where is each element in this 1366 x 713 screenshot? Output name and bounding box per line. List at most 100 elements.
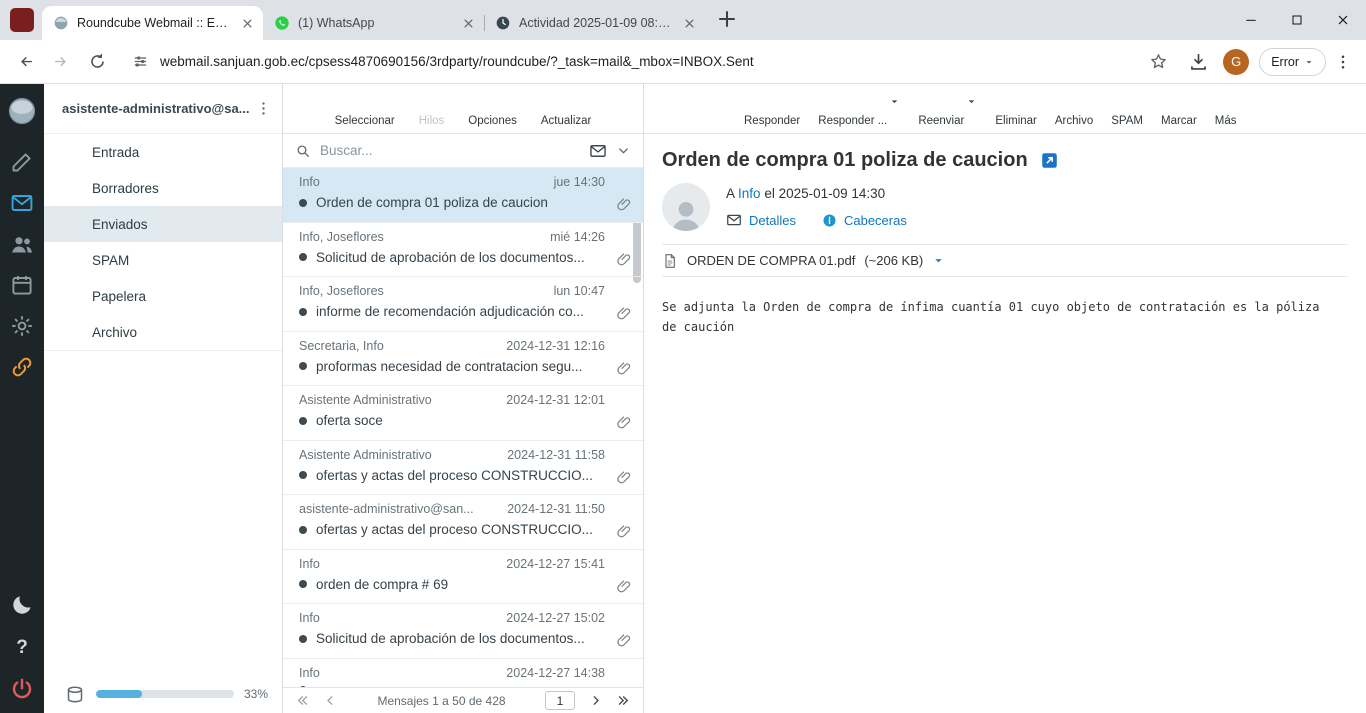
details-link[interactable]: Detalles xyxy=(726,212,796,228)
maximize-button[interactable] xyxy=(1274,0,1320,40)
dropdown-caret-icon[interactable] xyxy=(966,96,977,107)
message-row[interactable]: Info 2024-12-27 14:38 xyxy=(283,659,643,688)
darkmode-button[interactable] xyxy=(10,593,34,617)
tab-close-icon[interactable] xyxy=(682,16,697,31)
mail-button[interactable] xyxy=(10,191,34,215)
message-subject: Orden de compra 01 poliza de caucion xyxy=(316,195,603,210)
tab-roundcube[interactable]: Roundcube Webmail :: Enviado xyxy=(42,6,263,40)
info-icon xyxy=(822,213,837,228)
mark-button[interactable]: Marcar xyxy=(1161,91,1197,127)
search-expand-chevron-icon[interactable] xyxy=(616,143,631,158)
open-in-new-window-icon[interactable] xyxy=(1040,151,1059,170)
folder-item-archivo[interactable]: Archivo xyxy=(44,314,282,350)
message-from: Secretaria, Info xyxy=(299,339,384,353)
reload-button[interactable] xyxy=(80,45,114,79)
message-row[interactable]: Info, Joseflores mié 14:26 Solicitud de … xyxy=(283,223,643,278)
message-subject: ofertas y actas del proceso CONSTRUCCIO.… xyxy=(316,468,603,483)
toolbar-button-label: Hilos xyxy=(419,115,445,127)
tab-close-icon[interactable] xyxy=(461,16,476,31)
tab-whatsapp[interactable]: (1) WhatsApp xyxy=(263,6,484,40)
folder-label: Archivo xyxy=(92,325,137,340)
select-button[interactable]: Seleccionar xyxy=(335,91,395,127)
message-date: lun 10:47 xyxy=(554,284,605,298)
new-tab-button[interactable] xyxy=(715,7,739,31)
attachment-bar[interactable]: ORDEN DE COMPRA 01.pdf (~206 KB) xyxy=(662,244,1348,277)
attachment-caret-icon[interactable] xyxy=(932,254,945,267)
back-button[interactable] xyxy=(8,45,42,79)
message-header: Orden de compra 01 poliza de caucion xyxy=(644,134,1366,175)
bookmark-star-icon[interactable] xyxy=(1149,52,1168,71)
compose-button[interactable] xyxy=(10,150,34,174)
last-page-button[interactable] xyxy=(616,693,631,708)
search-scope-mail-icon[interactable] xyxy=(589,142,607,160)
message-from: Info, Joseflores xyxy=(299,230,384,244)
search-input[interactable] xyxy=(320,143,580,158)
gear-icon xyxy=(10,314,34,338)
recipient-link[interactable]: Info xyxy=(738,186,761,201)
screen: Roundcube Webmail :: Enviado (1) WhatsAp… xyxy=(0,0,1366,713)
forward-button[interactable] xyxy=(44,45,78,79)
folder-item-borradores[interactable]: Borradores xyxy=(44,170,282,206)
message-row[interactable]: Info 2024-12-27 15:41 orden de compra # … xyxy=(283,550,643,605)
message-row[interactable]: Asistente Administrativo 2024-12-31 11:5… xyxy=(283,441,643,496)
account-menu-icon[interactable] xyxy=(255,100,272,117)
folder-item-enviados[interactable]: Enviados xyxy=(44,206,282,242)
reply-button[interactable]: Responder xyxy=(744,91,800,127)
folder-item-entrada[interactable]: Entrada xyxy=(44,134,282,170)
first-page-button[interactable] xyxy=(295,693,310,708)
message-row[interactable]: Info jue 14:30 Orden de compra 01 poliza… xyxy=(283,168,643,223)
more-button[interactable]: Más xyxy=(1215,91,1237,127)
help-button[interactable]: ? xyxy=(10,635,34,659)
minimize-button[interactable] xyxy=(1228,0,1274,40)
browser-menu-icon[interactable] xyxy=(1334,53,1352,71)
close-icon xyxy=(1335,12,1351,28)
spam-button[interactable]: SPAM xyxy=(1111,91,1143,127)
folder-label: Enviados xyxy=(92,217,148,232)
options-button[interactable]: Opciones xyxy=(468,91,517,127)
logout-button[interactable] xyxy=(10,677,34,701)
to-prefix: A xyxy=(726,186,734,201)
omnibox[interactable]: webmail.sanjuan.gob.ec/cpsess4870690156/… xyxy=(116,45,1178,79)
headers-link[interactable]: Cabeceras xyxy=(822,213,907,228)
forward-button[interactable]: Reenviar xyxy=(918,91,964,127)
prev-page-button[interactable] xyxy=(323,693,338,708)
contacts-button[interactable] xyxy=(10,232,34,256)
fwd-icon xyxy=(52,52,71,71)
message-row[interactable]: Info, Joseflores lun 10:47 informe de re… xyxy=(283,277,643,332)
reply-all-button[interactable]: Responder ... xyxy=(818,91,887,127)
tab-activity[interactable]: Actividad 2025-01-09 08:00:00 xyxy=(484,6,705,40)
close-button[interactable] xyxy=(1320,0,1366,40)
tab-close-icon[interactable] xyxy=(240,16,255,31)
activity-icon xyxy=(495,15,511,31)
message-row[interactable]: Asistente Administrativo 2024-12-31 12:0… xyxy=(283,386,643,441)
link-button[interactable] xyxy=(10,355,34,379)
message-toolbar: Responder Responder ... Reenviar Elimina… xyxy=(644,84,1366,134)
site-settings-icon[interactable] xyxy=(132,53,149,70)
message-row[interactable]: asistente-administrativo@san... 2024-12-… xyxy=(283,495,643,550)
message-row[interactable]: Info 2024-12-27 15:02 Solicitud de aprob… xyxy=(283,604,643,659)
message-from: Info xyxy=(299,666,320,680)
envelope-icon xyxy=(726,212,742,228)
quota-percent: 33% xyxy=(244,687,268,701)
recipient-line: A Info el 2025-01-09 14:30 xyxy=(726,186,907,201)
page-number-input[interactable] xyxy=(545,691,575,710)
next-page-button[interactable] xyxy=(588,693,603,708)
profile-avatar[interactable]: G xyxy=(1223,49,1249,75)
window-controls xyxy=(1228,0,1366,40)
folder-item-papelera[interactable]: Papelera xyxy=(44,278,282,314)
refresh-button[interactable]: Actualizar xyxy=(541,91,592,127)
message-row[interactable]: Secretaria, Info 2024-12-31 12:16 profor… xyxy=(283,332,643,387)
threads-button[interactable]: Hilos xyxy=(419,91,445,127)
archive-button[interactable]: Archivo xyxy=(1055,91,1093,127)
folder-item-spam[interactable]: SPAM xyxy=(44,242,282,278)
message-date: jue 14:30 xyxy=(554,175,605,189)
calendar-button[interactable] xyxy=(10,273,34,297)
error-button[interactable]: Error xyxy=(1259,48,1326,76)
settings-button[interactable] xyxy=(10,314,34,338)
delete-button[interactable]: Eliminar xyxy=(995,91,1037,127)
downloads-icon[interactable] xyxy=(1188,51,1209,72)
dropdown-caret-icon[interactable] xyxy=(889,96,900,107)
mail-icon xyxy=(10,191,34,215)
browser-app-icon[interactable] xyxy=(10,8,34,32)
message-subject: Solicitud de aprobación de los documento… xyxy=(316,250,603,265)
